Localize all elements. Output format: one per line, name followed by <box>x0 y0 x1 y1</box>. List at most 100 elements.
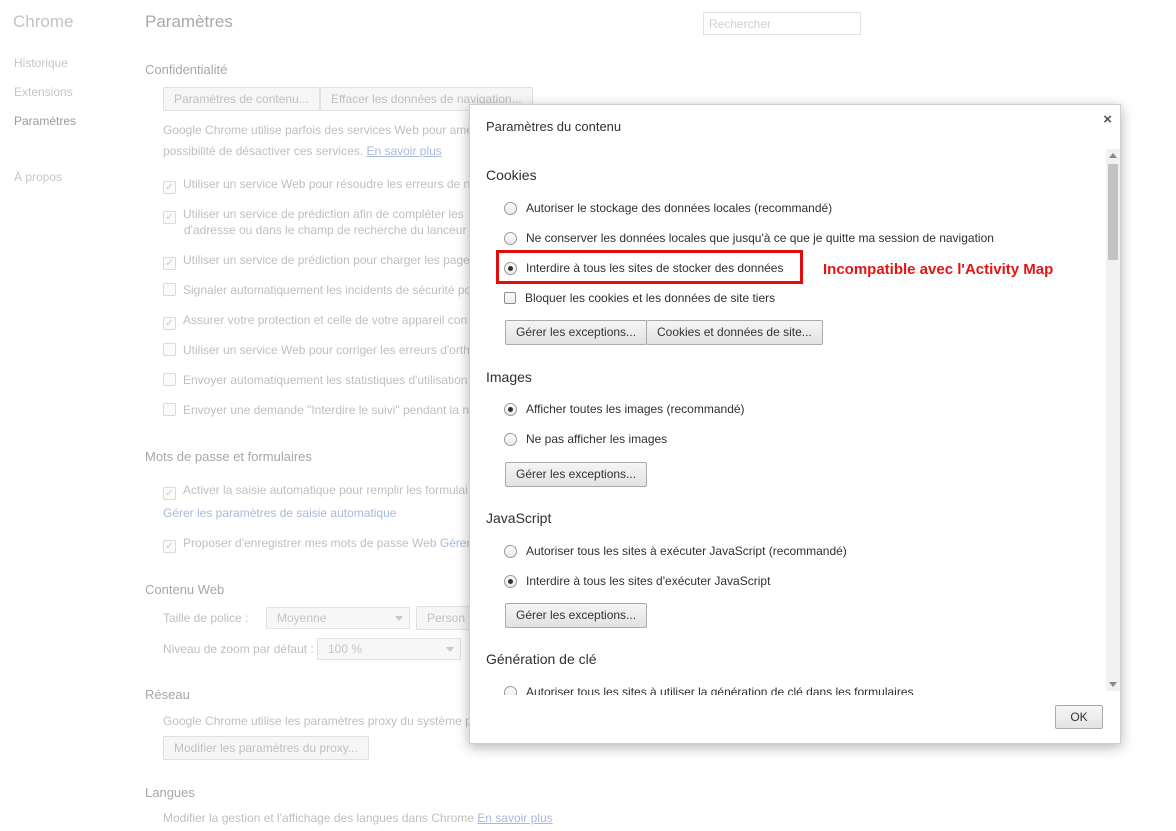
images-exceptions-button[interactable]: Gérer les exceptions... <box>505 462 648 487</box>
radio-unselected-icon <box>504 232 517 245</box>
sidebar-item-history[interactable]: Historique <box>14 56 68 70</box>
cookies-radio-allow[interactable]: Autoriser le stockage des données locale… <box>504 201 832 215</box>
privacy-checkbox-5[interactable]: ✓ Assurer votre protection et celle de vo… <box>163 313 467 330</box>
privacy-checkbox-8[interactable]: Envoyer une demande "Interdire le suivi"… <box>163 403 469 417</box>
privacy-description-text: possibilité de désactiver ces services. <box>163 144 364 158</box>
search-input[interactable]: Rechercher <box>703 12 861 35</box>
content-settings-dialog: Paramètres du contenu × Cookies Autorise… <box>469 104 1121 744</box>
section-title-cookies: Cookies <box>486 167 537 183</box>
autofill-checkbox[interactable]: ✓ Activer la saisie automatique pour remp… <box>163 483 468 500</box>
radio-label: Autoriser le stockage des données locale… <box>526 201 833 215</box>
radio-selected-icon <box>504 403 517 416</box>
checkbox-label: Envoyer une demande "Interdire le suivi"… <box>183 403 470 417</box>
checkbox-empty-icon <box>163 373 176 386</box>
sidebar-item-extensions[interactable]: Extensions <box>14 85 73 99</box>
annotation-text: Incompatible avec l'Activity Map <box>823 261 1054 278</box>
checkmark-icon: ✓ <box>163 181 176 194</box>
checkbox-label: Activer la saisie automatique pour rempl… <box>183 483 468 497</box>
javascript-radio-allow[interactable]: Autoriser tous les sites à exécuter Java… <box>504 544 847 558</box>
checkbox-empty-icon <box>163 343 176 356</box>
checkbox-label: Utiliser un service Web pour résoudre le… <box>183 177 471 191</box>
scroll-up-arrow-icon[interactable] <box>1109 153 1117 158</box>
images-radio-hide[interactable]: Ne pas afficher les images <box>504 432 667 446</box>
radio-unselected-icon <box>504 545 517 558</box>
javascript-exceptions-button[interactable]: Gérer les exceptions... <box>505 603 648 628</box>
zoom-value: 100 % <box>328 642 363 656</box>
scrollbar-thumb[interactable] <box>1108 164 1118 260</box>
sidebar-item-settings[interactable]: Paramètres <box>14 114 76 128</box>
languages-description: Modifier la gestion et l'affichage des l… <box>163 811 553 825</box>
font-size-select[interactable]: Moyenne <box>266 607 410 629</box>
radio-label: Autoriser tous les sites à utiliser la g… <box>526 685 914 695</box>
section-title-languages: Langues <box>145 785 195 800</box>
ok-button[interactable]: OK <box>1055 705 1103 729</box>
proxy-settings-button[interactable]: Modifier les paramètres du proxy... <box>163 736 369 760</box>
section-title-passwords: Mots de passe et formulaires <box>145 449 312 464</box>
radio-label: Autoriser tous les sites à exécuter Java… <box>526 544 847 558</box>
checkbox-label: Assurer votre protection et celle de vot… <box>183 313 468 327</box>
radio-unselected-icon <box>504 202 517 215</box>
checkmark-icon: ✓ <box>163 211 176 224</box>
autofill-settings-link[interactable]: Gérer les paramètres de saisie automatiq… <box>163 506 396 520</box>
images-radio-show-all[interactable]: Afficher toutes les images (recommandé) <box>504 402 745 416</box>
checkbox-label: Signaler automatiquement les incidents d… <box>183 283 472 297</box>
languages-text: Modifier la gestion et l'affichage des l… <box>163 811 474 825</box>
checkbox-empty-icon <box>163 283 176 296</box>
checkbox-label: Bloquer les cookies et les données de si… <box>525 291 776 305</box>
privacy-description-line2: possibilité de désactiver ces services. … <box>163 144 442 158</box>
manage-passwords-link[interactable]: Gérer <box>440 536 471 550</box>
section-title-keygen: Génération de clé <box>486 651 597 667</box>
page-title: Paramètres <box>145 12 233 31</box>
checkmark-icon: ✓ <box>163 257 176 270</box>
dialog-scrollbar[interactable] <box>1106 149 1120 691</box>
dropdown-arrow-icon <box>446 647 454 652</box>
font-size-value: Moyenne <box>277 611 327 625</box>
radio-label: Ne conserver les données locales que jus… <box>526 231 994 245</box>
section-title-javascript: JavaScript <box>486 510 552 526</box>
privacy-description-line1: Google Chrome utilise parfois des servic… <box>163 123 473 137</box>
privacy-checkbox-7[interactable]: Envoyer automatiquement les statistiques… <box>163 373 467 387</box>
font-size-label: Taille de police : <box>163 611 249 625</box>
scroll-down-arrow-icon[interactable] <box>1109 682 1117 687</box>
checkbox-label: Utiliser un service Web pour corriger le… <box>183 343 470 357</box>
checkbox-empty-icon <box>163 403 176 416</box>
save-passwords-checkbox[interactable]: ✓ Proposer d'enregistrer mes mots de pass… <box>163 536 471 553</box>
radio-label: Interdire à tous les sites d'exécuter Ja… <box>526 574 771 588</box>
cookies-exceptions-button[interactable]: Gérer les exceptions... <box>505 320 648 345</box>
close-icon[interactable]: × <box>1103 111 1112 128</box>
privacy-checkbox-2[interactable]: ✓ Utiliser un service de prédiction afin … <box>163 207 464 224</box>
learn-more-link[interactable]: En savoir plus <box>366 144 441 158</box>
keygen-radio-allow[interactable]: Autoriser tous les sites à utiliser la g… <box>504 685 914 695</box>
block-third-party-checkbox[interactable]: Bloquer les cookies et les données de si… <box>504 291 775 305</box>
privacy-checkbox-3[interactable]: ✓ Utiliser un service de prédiction pour … <box>163 253 470 270</box>
checkmark-icon: ✓ <box>163 487 176 500</box>
section-title-images: Images <box>486 369 532 385</box>
dropdown-arrow-icon <box>395 616 403 621</box>
checkbox-label-continued: d'adresse ou dans le champ de recherche … <box>184 223 479 237</box>
sidebar-item-about[interactable]: À propos <box>14 170 62 184</box>
zoom-label: Niveau de zoom par défaut : <box>163 642 314 656</box>
checkbox-label: Proposer d'enregistrer mes mots de passe… <box>183 536 437 550</box>
checkbox-label: Utiliser un service de prédiction afin d… <box>183 207 464 221</box>
javascript-radio-block[interactable]: Interdire à tous les sites d'exécuter Ja… <box>504 574 770 588</box>
privacy-checkbox-1[interactable]: ✓ Utiliser un service Web pour résoudre l… <box>163 177 470 194</box>
radio-label: Afficher toutes les images (recommandé) <box>526 402 745 416</box>
customize-fonts-button[interactable]: Person <box>416 606 476 630</box>
radio-unselected-icon <box>504 686 517 695</box>
radio-selected-icon <box>504 575 517 588</box>
radio-label: Ne pas afficher les images <box>526 432 668 446</box>
checkbox-label: Utiliser un service de prédiction pour c… <box>183 253 470 267</box>
section-title-privacy: Confidentialité <box>145 62 228 77</box>
radio-unselected-icon <box>504 433 517 446</box>
section-title-network: Réseau <box>145 687 190 702</box>
dialog-title: Paramètres du contenu <box>486 119 622 134</box>
checkbox-empty-icon <box>504 292 516 304</box>
privacy-checkbox-4[interactable]: Signaler automatiquement les incidents d… <box>163 283 471 297</box>
zoom-select[interactable]: 100 % <box>317 638 461 660</box>
languages-learn-more-link[interactable]: En savoir plus <box>477 811 552 825</box>
cookies-radio-session-only[interactable]: Ne conserver les données locales que jus… <box>504 231 994 245</box>
privacy-checkbox-6[interactable]: Utiliser un service Web pour corriger le… <box>163 343 470 357</box>
cookies-site-data-button[interactable]: Cookies et données de site... <box>646 320 823 345</box>
dialog-scroll-content: Cookies Autoriser le stockage des donnée… <box>470 145 1106 695</box>
content-settings-button[interactable]: Paramètres de contenu... <box>163 87 320 111</box>
